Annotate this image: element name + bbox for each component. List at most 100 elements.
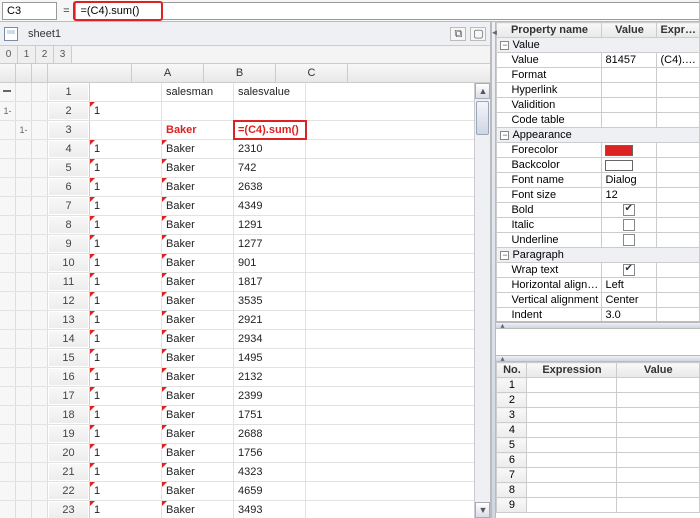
prop-value[interactable]: 3.0 [602,308,657,322]
prop-group[interactable]: Value [512,39,539,51]
cell[interactable]: Baker [162,482,234,500]
cell[interactable]: salesman [162,83,234,101]
prop-name[interactable]: Wrap text [497,263,602,278]
prop-name[interactable]: Horizontal alignm... [497,278,602,293]
prop-expr[interactable] [657,293,700,308]
cell[interactable]: 1 [90,368,162,386]
expr-value[interactable] [617,498,700,513]
outline-1[interactable]: 1 [18,46,36,63]
row-header[interactable]: 7 [48,197,90,215]
outline-0[interactable]: 0 [0,46,18,63]
cell[interactable]: 1 [90,235,162,253]
expr-row-num[interactable]: 1 [497,378,527,393]
prop-expr[interactable] [657,263,700,278]
cell[interactable]: 2688 [234,425,306,443]
expr-value[interactable] [617,378,700,393]
prop-name[interactable]: Vertical alignment [497,293,602,308]
cell[interactable]: Baker [162,121,234,139]
row-header[interactable]: 23 [48,501,90,518]
expr-row-num[interactable]: 8 [497,483,527,498]
prop-value[interactable] [602,98,657,113]
cell[interactable]: Baker [162,254,234,272]
sheet-tab[interactable]: sheet1 [22,26,67,42]
expr-col-header[interactable]: Expression [527,363,617,378]
prop-expr[interactable] [657,203,700,218]
prop-value[interactable]: Left [602,278,657,293]
cell[interactable]: 4349 [234,197,306,215]
cell[interactable]: 4323 [234,463,306,481]
cell[interactable]: 1 [90,159,162,177]
prop-name[interactable]: Code table [497,113,602,128]
expr-expression[interactable] [527,468,617,483]
cell[interactable]: 1 [90,482,162,500]
checkbox[interactable] [623,264,635,276]
expr-value[interactable] [617,453,700,468]
collapse-icon[interactable]: − [500,251,509,260]
expr-value[interactable] [617,438,700,453]
prop-expr[interactable] [657,143,700,158]
prop-value[interactable] [602,263,657,278]
cell[interactable]: Baker [162,463,234,481]
cell[interactable]: 1 [90,140,162,158]
cell[interactable]: 1751 [234,406,306,424]
cell[interactable]: 2399 [234,387,306,405]
row-header[interactable]: 4 [48,140,90,158]
maximize-icon[interactable]: ▢ [470,27,486,41]
prop-name[interactable]: Hyperlink [497,83,602,98]
prop-expr[interactable] [657,173,700,188]
row-header[interactable]: 16 [48,368,90,386]
cell[interactable]: 1 [90,406,162,424]
expr-col-header[interactable]: Value [617,363,700,378]
row-header[interactable]: 15 [48,349,90,367]
row-header[interactable]: 14 [48,330,90,348]
cell[interactable]: 3535 [234,292,306,310]
cell[interactable]: Baker [162,216,234,234]
splitter-h-2[interactable] [496,355,700,362]
checkbox[interactable] [623,219,635,231]
expr-row-num[interactable]: 2 [497,393,527,408]
expr-expression[interactable] [527,498,617,513]
prop-name[interactable]: Validition [497,98,602,113]
prop-value[interactable] [602,233,657,248]
cell[interactable]: 1291 [234,216,306,234]
cell[interactable]: 1756 [234,444,306,462]
prop-name[interactable]: Backcolor [497,158,602,173]
cell[interactable]: Baker [162,235,234,253]
prop-expr[interactable] [657,218,700,233]
expr-expression[interactable] [527,378,617,393]
row-header[interactable]: 2 [48,102,90,120]
prop-value[interactable]: 81457 [602,53,657,68]
cell[interactable]: Baker [162,292,234,310]
collapse-icon[interactable]: − [500,131,509,140]
row-header[interactable]: 1 [48,83,90,101]
row-header[interactable]: 11 [48,273,90,291]
cell[interactable]: Baker [162,406,234,424]
expr-expression[interactable] [527,423,617,438]
row-header[interactable]: 21 [48,463,90,481]
prop-name[interactable]: Italic [497,218,602,233]
cell[interactable]: Baker [162,311,234,329]
col-header-A[interactable]: A [132,64,204,82]
prop-name[interactable]: Font size [497,188,602,203]
cell[interactable]: Baker [162,368,234,386]
prop-name[interactable]: Font name [497,173,602,188]
cell[interactable]: Baker [162,273,234,291]
expr-value[interactable] [617,483,700,498]
row-header[interactable]: 9 [48,235,90,253]
prop-expr[interactable] [657,308,700,322]
cell[interactable]: =(C4).sum() [234,121,306,139]
cell[interactable] [162,102,234,120]
cell[interactable]: 2921 [234,311,306,329]
prop-value[interactable] [602,113,657,128]
prop-name[interactable]: Underline [497,233,602,248]
cell[interactable]: Baker [162,330,234,348]
cell[interactable]: 1 [90,178,162,196]
cell[interactable]: 1 [90,102,162,120]
splitter-vertical[interactable] [491,22,496,518]
cell[interactable]: 1 [90,444,162,462]
prop-expr[interactable]: (C4).su... [657,53,700,68]
expr-value[interactable] [617,423,700,438]
cell[interactable]: 1 [90,501,162,518]
prop-value[interactable] [602,143,657,158]
prop-name[interactable]: Indent [497,308,602,322]
